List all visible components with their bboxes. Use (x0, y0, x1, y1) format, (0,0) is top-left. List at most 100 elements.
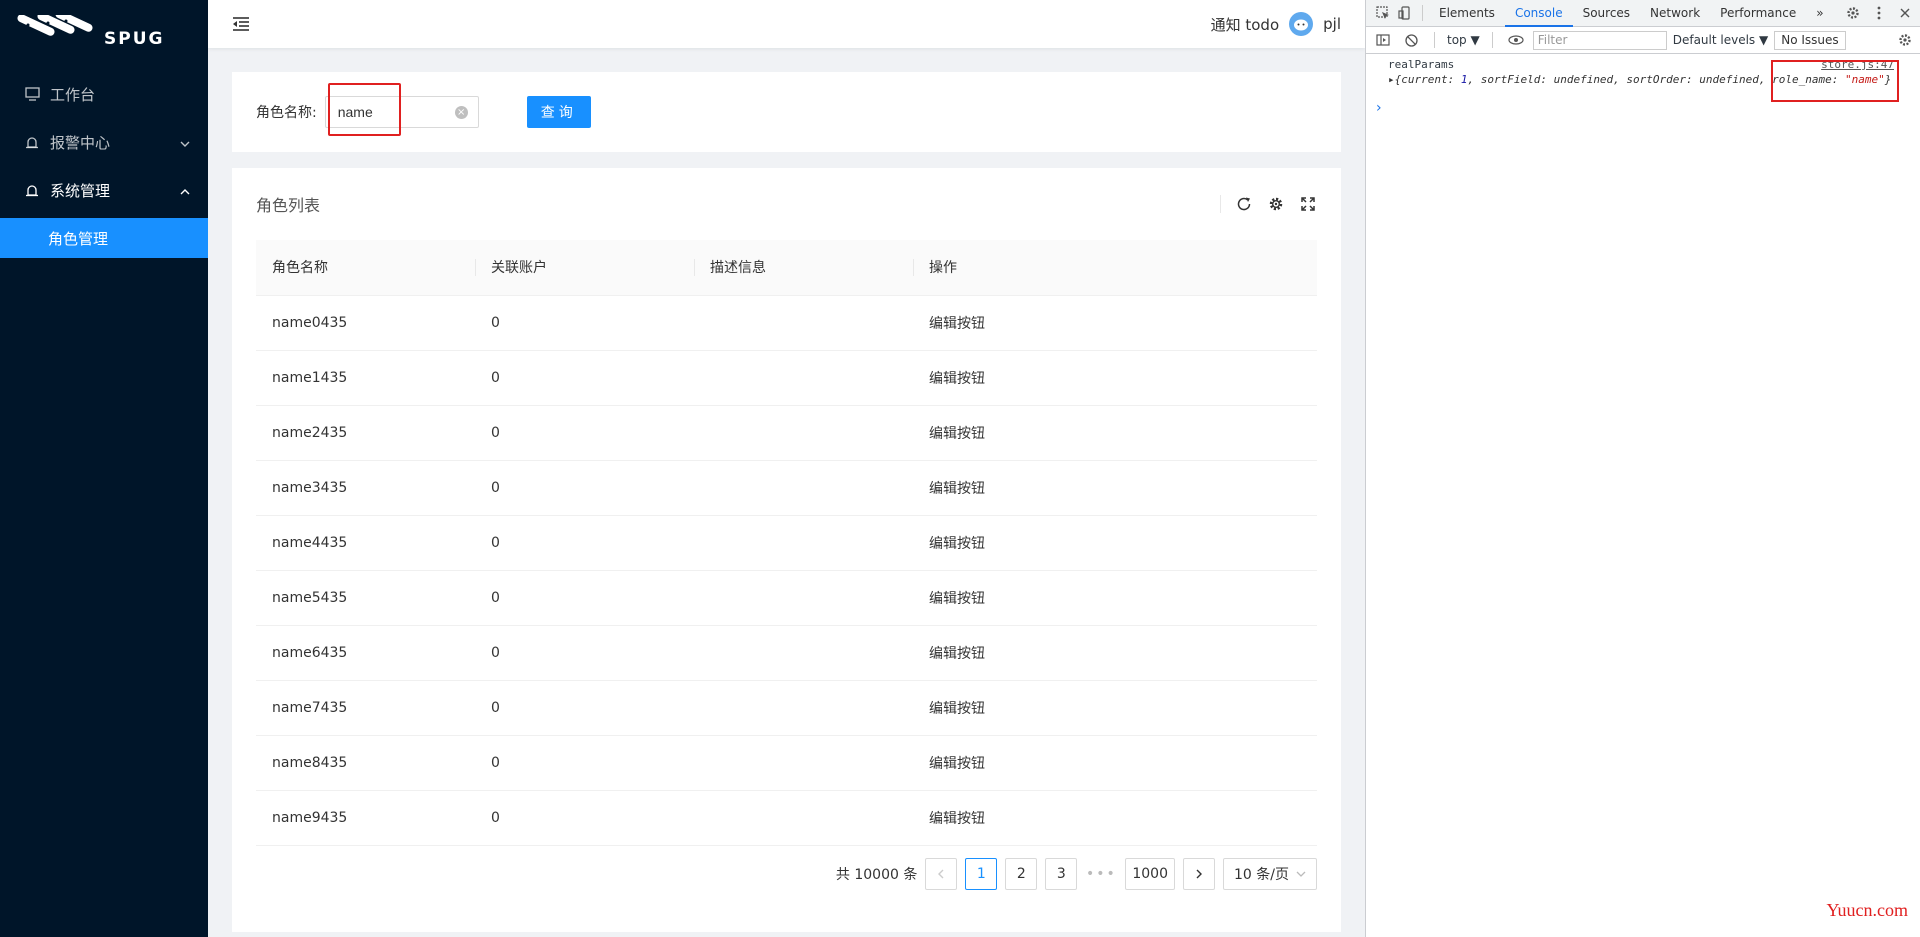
accounts-cell: 0 (475, 460, 694, 516)
role-table: 角色名称 关联账户 描述信息 操作 name0435 0 编辑按钮 name1435 0… (256, 240, 1317, 846)
logo[interactable]: SPUG (0, 0, 208, 64)
more-tabs-button[interactable]: » (1806, 0, 1833, 27)
description-cell (694, 735, 913, 791)
chevron-up-icon (180, 183, 190, 201)
edit-button[interactable]: 编辑按钮 (913, 570, 1317, 626)
edit-button[interactable]: 编辑按钮 (913, 460, 1317, 516)
table-body: name0435 0 编辑按钮 name1435 0 编辑按钮 name2435 0 编辑按钮 n… (256, 295, 1317, 846)
edit-button[interactable]: 编辑按钮 (913, 790, 1317, 846)
sidebar-item-system[interactable]: 系统管理 (0, 166, 208, 214)
role-name-cell: name3435 (256, 460, 475, 516)
reload-icon[interactable] (1235, 195, 1253, 213)
table-row: name3435 0 编辑按钮 (256, 460, 1317, 516)
query-button[interactable]: 查询 (526, 96, 591, 128)
page-last-button[interactable]: 1000 (1125, 858, 1175, 890)
accounts-cell: 0 (475, 405, 694, 461)
accounts-cell: 0 (475, 735, 694, 791)
description-cell (694, 460, 913, 516)
context-select[interactable]: top ▼ (1447, 33, 1480, 47)
page-3-button[interactable]: 3 (1045, 858, 1078, 890)
eye-icon[interactable] (1505, 29, 1527, 51)
gear-icon[interactable] (1842, 2, 1864, 24)
console-toolbar: top ▼ Filter Default levels ▼ No Issues (1366, 27, 1920, 54)
role-name-cell: name2435 (256, 405, 475, 461)
page-size-select[interactable]: 10 条/页 (1223, 858, 1317, 890)
table-row: name1435 0 编辑按钮 (256, 350, 1317, 406)
edit-button[interactable]: 编辑按钮 (913, 350, 1317, 406)
tab-elements[interactable]: Elements (1429, 0, 1505, 27)
pagination-ellipsis[interactable]: ••• (1085, 866, 1117, 882)
role-name-cell: name9435 (256, 790, 475, 846)
chevron-down-icon (1296, 871, 1306, 877)
edit-button[interactable]: 编辑按钮 (913, 625, 1317, 681)
main-area: 通知 todo pjl 角色名称: × 查询 角色列表 (208, 0, 1365, 937)
role-name-cell: name5435 (256, 570, 475, 626)
table-row: name2435 0 编辑按钮 (256, 405, 1317, 461)
log-object[interactable]: ▸{current: 1, sortField: undefined, sort… (1388, 73, 1920, 86)
console-prompt[interactable]: › (1366, 100, 1920, 116)
username[interactable]: pjl (1323, 15, 1341, 33)
setting-icon[interactable] (1267, 195, 1285, 213)
role-name-cell: name7435 (256, 680, 475, 736)
edit-button[interactable]: 编辑按钮 (913, 735, 1317, 791)
tab-sources[interactable]: Sources (1573, 0, 1640, 27)
column-header: 操作 (913, 240, 1317, 296)
accounts-cell: 0 (475, 790, 694, 846)
description-cell (694, 515, 913, 571)
logo-text: SPUG (104, 29, 165, 49)
sidebar-toggle-icon[interactable] (1372, 29, 1394, 51)
sidebar-item-workbench[interactable]: 工作台 (0, 70, 208, 118)
sidebar-item-role-management[interactable]: 角色管理 (0, 218, 208, 258)
column-header: 描述信息 (694, 240, 913, 296)
role-name-cell: name6435 (256, 625, 475, 681)
next-page-button[interactable] (1183, 858, 1215, 890)
description-cell (694, 570, 913, 626)
description-cell (694, 625, 913, 681)
expand-triangle-icon[interactable]: ▸ (1388, 73, 1395, 86)
log-levels-select[interactable]: Default levels ▼ (1673, 33, 1769, 47)
notice-link[interactable]: 通知 todo (1211, 14, 1280, 35)
devtools-tabs: Elements Console Sources Network Perform… (1366, 0, 1920, 27)
log-source-link[interactable]: store.js:47 (1821, 58, 1894, 71)
role-table-card: 角色列表 角色名称 关联账户 描述信息 操作 name0435 0 编辑按钮 n… (232, 168, 1341, 932)
page-2-button[interactable]: 2 (1005, 858, 1038, 890)
menu-fold-icon[interactable] (232, 16, 250, 32)
edit-button[interactable]: 编辑按钮 (913, 405, 1317, 461)
table-toolbar (1220, 195, 1317, 213)
tab-console[interactable]: Console (1504, 0, 1573, 27)
role-name-input-wrap[interactable]: × (324, 96, 479, 128)
kebab-menu-icon[interactable] (1868, 2, 1890, 24)
table-row: name8435 0 编辑按钮 (256, 735, 1317, 791)
avatar[interactable] (1289, 12, 1314, 36)
console-filter-input[interactable]: Filter (1532, 30, 1667, 50)
console-log-entry: realParams store.js:47 ▸{current: 1, sor… (1366, 54, 1920, 94)
page-size-value: 10 条/页 (1234, 867, 1289, 883)
role-name-input[interactable] (337, 104, 438, 120)
edit-button[interactable]: 编辑按钮 (913, 515, 1317, 571)
table-header-row: 角色名称 关联账户 描述信息 操作 (256, 240, 1317, 296)
accounts-cell: 0 (475, 350, 694, 406)
edit-button[interactable]: 编辑按钮 (913, 680, 1317, 736)
tab-performance[interactable]: Performance (1710, 0, 1806, 27)
page-1-button[interactable]: 1 (965, 858, 998, 890)
sidebar-item-alarm[interactable]: 报警中心 (0, 118, 208, 166)
issues-button[interactable]: No Issues (1774, 30, 1846, 50)
edit-button[interactable]: 编辑按钮 (913, 295, 1317, 351)
sidebar-item-label: 工作台 (50, 85, 96, 104)
device-toggle-icon[interactable] (1394, 2, 1416, 24)
prev-page-button[interactable] (925, 858, 958, 890)
table-title: 角色列表 (256, 196, 321, 215)
console-settings-icon[interactable] (1894, 29, 1916, 51)
clear-console-icon[interactable] (1400, 29, 1422, 51)
table-row: name0435 0 编辑按钮 (256, 295, 1317, 351)
description-cell (694, 680, 913, 736)
fullscreen-icon[interactable] (1299, 195, 1317, 213)
table-row: name6435 0 编辑按钮 (256, 625, 1317, 681)
clear-icon[interactable]: × (454, 106, 468, 119)
inspect-icon[interactable] (1372, 2, 1394, 24)
pagination: 共 10000 条 1 2 3 ••• 1000 10 条/页 (836, 858, 1317, 890)
close-icon[interactable] (1894, 2, 1916, 24)
sidebar: SPUG 工作台 报警中心 系统管理 角色管理 (0, 0, 208, 937)
tab-network[interactable]: Network (1640, 0, 1710, 27)
sidebar-menu: 工作台 报警中心 系统管理 角色管理 (0, 70, 208, 258)
